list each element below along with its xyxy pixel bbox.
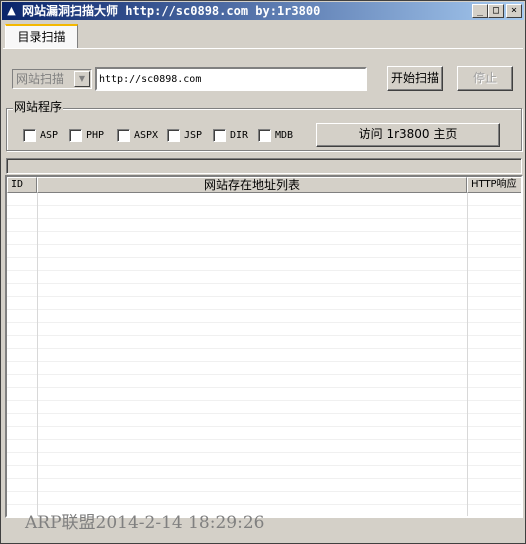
checkbox-jsp[interactable] (167, 129, 180, 142)
title-bar[interactable]: ▲ 网站漏洞扫描大师 http://sc0898.com by:1r3800 _… (2, 2, 524, 20)
url-input[interactable] (95, 67, 367, 91)
status-text: ARP联盟2014-2-14 18:29:26 (25, 513, 265, 533)
scan-mode-select[interactable]: 网站扫描 ▼ (12, 69, 92, 89)
column-divider (467, 193, 468, 516)
checkbox-php-label[interactable]: PHP (86, 129, 104, 142)
maximize-button[interactable]: □ (488, 4, 504, 18)
results-list-header: ID 网站存在地址列表 HTTP响应 (7, 177, 521, 193)
tab-strip: 目录扫描 (3, 23, 523, 49)
checkbox-asp[interactable] (23, 129, 36, 142)
checkbox-php[interactable] (69, 129, 82, 142)
program-group-title: 网站程序 (13, 100, 64, 114)
column-header-address[interactable]: 网站存在地址列表 (37, 177, 467, 193)
window-title: 网站漏洞扫描大师 http://sc0898.com by:1r3800 (22, 4, 321, 18)
chevron-down-icon[interactable]: ▼ (74, 71, 90, 87)
stop-button[interactable]: 停止 (457, 66, 513, 91)
results-list[interactable]: ID 网站存在地址列表 HTTP响应 (5, 175, 523, 518)
scan-progress-bar (6, 158, 522, 174)
tab-directory-scan[interactable]: 目录扫描 (5, 24, 78, 49)
app-icon[interactable]: ▲ (5, 4, 18, 17)
checkbox-mdb-label[interactable]: MDB (275, 129, 293, 142)
minimize-button[interactable]: _ (472, 4, 488, 18)
column-header-id[interactable]: ID (7, 177, 37, 193)
column-divider (37, 193, 38, 516)
checkbox-mdb[interactable] (258, 129, 271, 142)
results-list-body[interactable] (7, 193, 521, 516)
checkbox-asp-label[interactable]: ASP (40, 129, 58, 142)
start-scan-button[interactable]: 开始扫描 (387, 66, 443, 91)
checkbox-dir[interactable] (213, 129, 226, 142)
tab-divider (3, 48, 523, 49)
checkbox-jsp-label[interactable]: JSP (184, 129, 202, 142)
visit-homepage-button[interactable]: 访问 1r3800 主页 (316, 123, 500, 147)
checkbox-aspx-label[interactable]: ASPX (134, 129, 158, 142)
checkbox-dir-label[interactable]: DIR (230, 129, 248, 142)
close-button[interactable]: × (506, 4, 522, 18)
main-window: ▲ 网站漏洞扫描大师 http://sc0898.com by:1r3800 _… (0, 0, 526, 544)
checkbox-aspx[interactable] (117, 129, 130, 142)
scan-mode-value: 网站扫描 (16, 72, 65, 86)
column-header-http-response[interactable]: HTTP响应 (467, 177, 521, 193)
